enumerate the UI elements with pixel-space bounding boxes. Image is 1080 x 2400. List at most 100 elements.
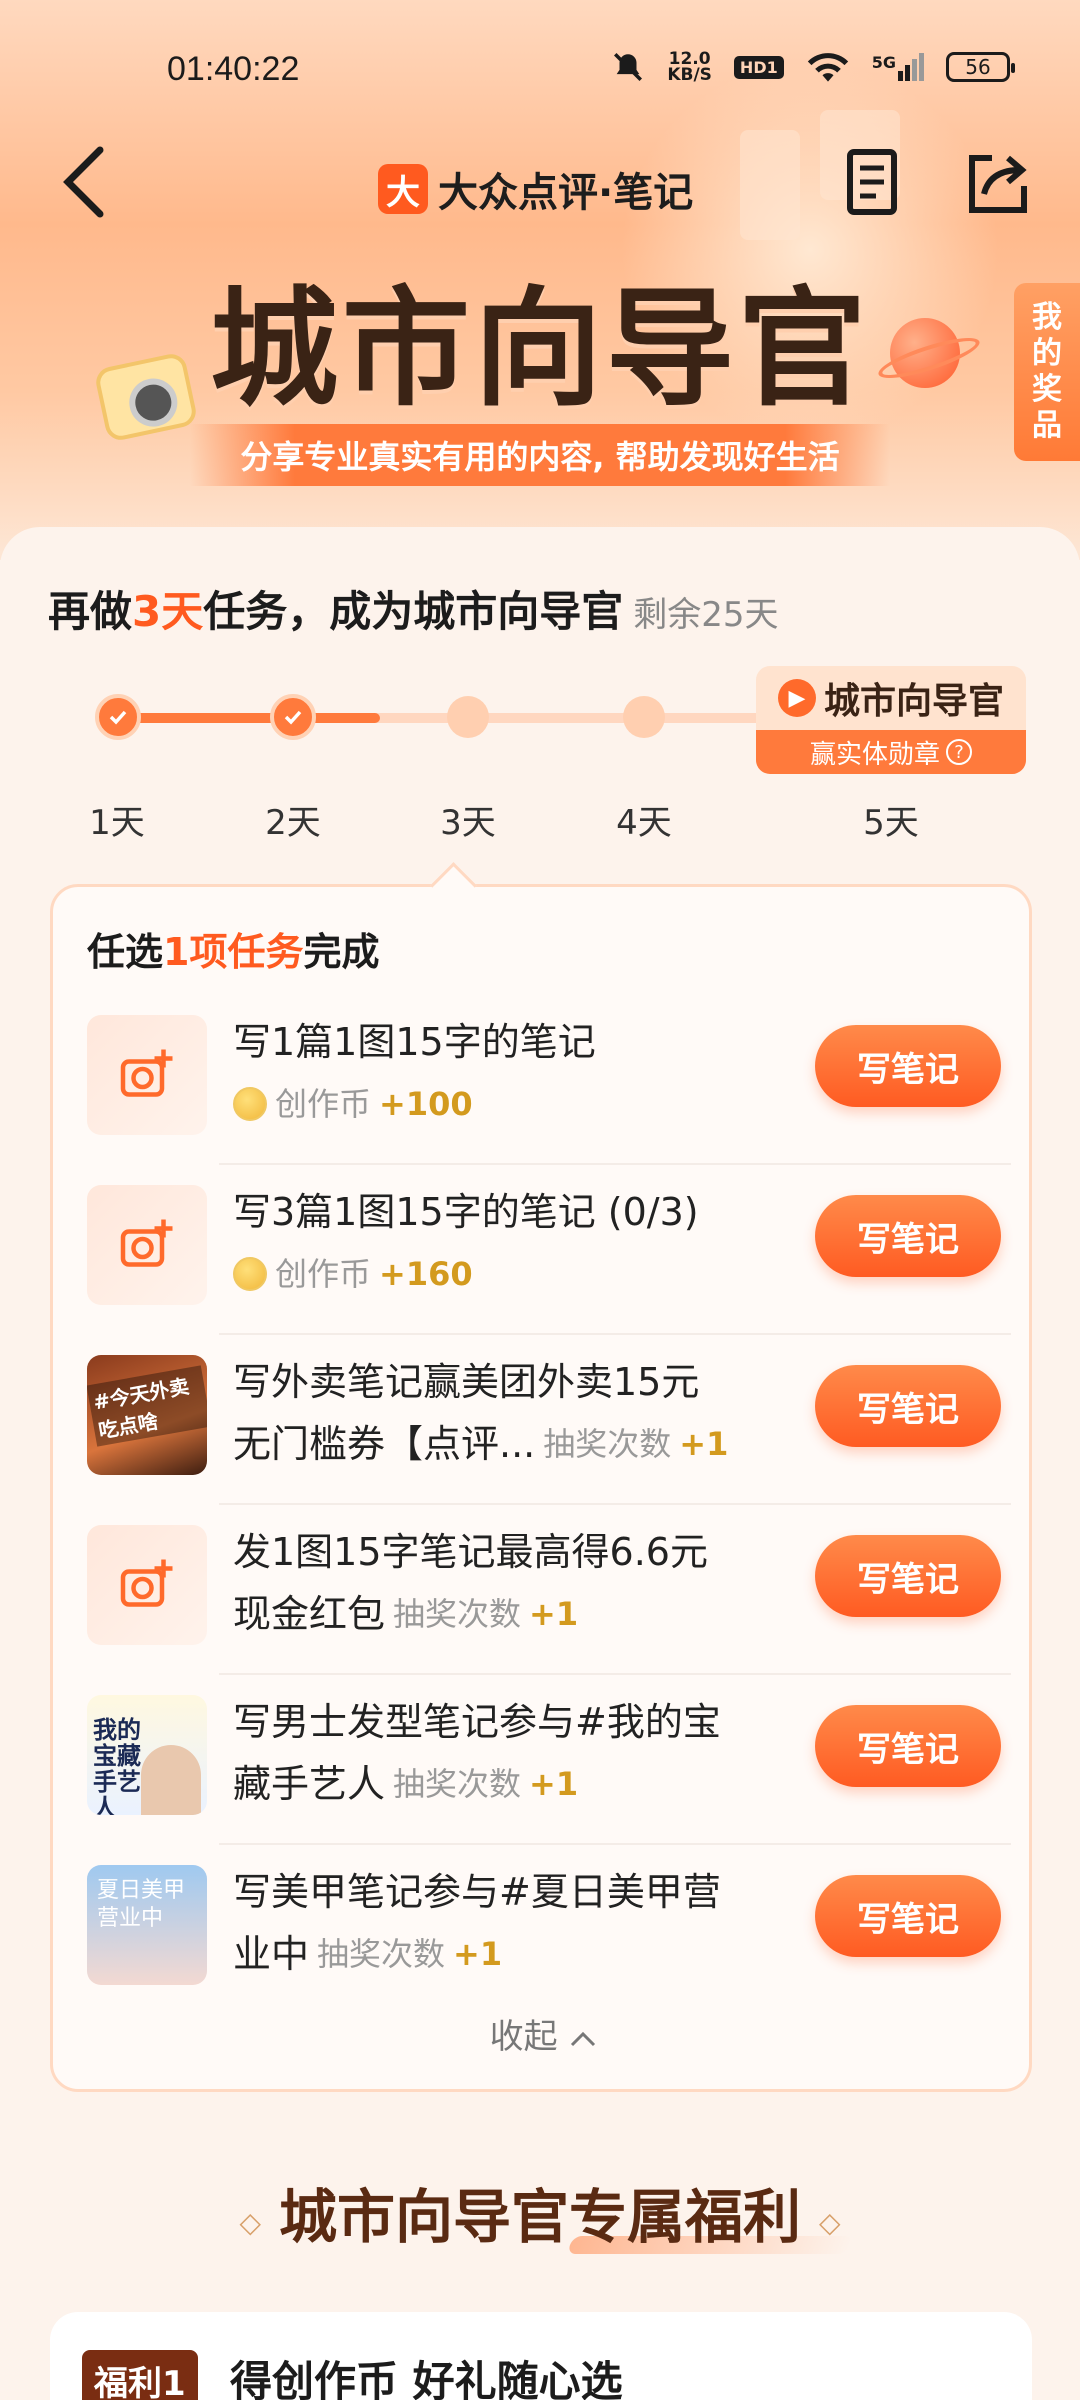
battery-level: 56 xyxy=(965,55,991,79)
day-label: 2天 xyxy=(265,803,321,843)
task-text: 写外卖笔记赢美团外卖15元 无门槛券【点评... 抽奖次数 +1 xyxy=(233,1351,813,1475)
signal-label: 5G xyxy=(871,53,896,72)
collapse-button[interactable]: 收起 xyxy=(53,2009,1035,2058)
my-prize-tab[interactable]: 我 的 奖 品 xyxy=(1014,283,1080,461)
task-title: 写3篇1图15字的笔记 (0/3) xyxy=(233,1190,699,1234)
badge-title: 城市向导官 xyxy=(823,681,1004,722)
check-icon xyxy=(95,694,141,740)
task-text: 写美甲笔记参与#夏日美甲营 业中 抽奖次数 +1 xyxy=(233,1861,813,1985)
badge-subtitle: 赢实体勋章 xyxy=(809,739,940,770)
task-title: 发1图15字笔记最高得6.6元 xyxy=(233,1530,708,1574)
network-speed: 12.0 KB/S xyxy=(667,51,712,84)
guide-badge[interactable]: ▶ 城市向导官 赢实体勋章? xyxy=(756,666,1026,774)
write-note-button[interactable]: 写笔记 xyxy=(815,1705,1001,1787)
reward-value: +1 xyxy=(529,1595,579,1633)
reward-label: 创作币 xyxy=(275,1255,372,1293)
task-text: 写3篇1图15字的笔记 (0/3) 创作币 +160 xyxy=(233,1181,813,1305)
manicure-thumbnail: 夏日美甲营业中 xyxy=(87,1865,207,1985)
benefits-title: ◇ 城市向导官专属福利 ◇ xyxy=(0,2170,1080,2254)
title-highlight: 1项任务 xyxy=(163,930,304,974)
task-second-line: 现金红包 抽奖次数 +1 xyxy=(233,1583,813,1645)
add-photo-icon xyxy=(87,1185,207,1305)
task-title: 写外卖笔记赢美团外卖15元 xyxy=(233,1360,700,1404)
write-note-button[interactable]: 写笔记 xyxy=(815,1535,1001,1617)
task-row: #今天外卖吃点啥 写外卖笔记赢美团外卖15元 无门槛券【点评... 抽奖次数 +1 … xyxy=(53,1335,1035,1505)
badge-title-row: ▶ 城市向导官 xyxy=(756,666,1026,730)
benefit-title: 得创作币 好礼随心选 xyxy=(230,2357,623,2400)
title-suffix: 完成 xyxy=(303,930,380,974)
task-row: 夏日美甲营业中 写美甲笔记参与#夏日美甲营 业中 抽奖次数 +1 写笔记 xyxy=(53,1845,1035,2015)
task-title-cont: 现金红包 xyxy=(233,1592,386,1636)
task-row: 发1图15字笔记最高得6.6元 现金红包 抽奖次数 +1 写笔记 xyxy=(53,1505,1035,1675)
task-text: 写1篇1图15字的笔记 创作币 +100 xyxy=(233,1011,813,1135)
collapse-label: 收起 xyxy=(489,2017,558,2057)
task-text: 写男士发型笔记参与#我的宝 藏手艺人 抽奖次数 +1 xyxy=(233,1691,813,1815)
day-label: 1天 xyxy=(89,803,145,843)
hero-slogan: 分享专业真实有用的内容, 帮助发现好生活 xyxy=(190,424,890,486)
task-panel: 任选1项任务完成 写1篇1图15字的笔记 创作币 +100 写笔记 写3篇1图15… xyxy=(50,884,1032,2092)
add-photo-icon xyxy=(87,1015,207,1135)
task-text: 发1图15字笔记最高得6.6元 现金红包 抽奖次数 +1 xyxy=(233,1521,813,1645)
goal-text: 再做3天任务，成为城市向导官 剩余25天 xyxy=(48,578,779,639)
share-icon[interactable] xyxy=(956,142,1036,222)
day-label: 4天 xyxy=(616,803,672,843)
reward-label: 抽奖次数 xyxy=(393,1765,522,1803)
chevron-up-icon xyxy=(571,2031,596,2046)
reward-value: +1 xyxy=(529,1765,579,1803)
diamond-icon: ◇ xyxy=(239,2205,261,2239)
check-icon xyxy=(270,694,316,740)
goal-suffix: 任务，成为城市向导官 xyxy=(203,587,624,636)
status-time: 01:40:22 xyxy=(167,50,300,88)
dianping-logo-icon: 大 xyxy=(378,164,428,214)
reward-label: 抽奖次数 xyxy=(317,1935,446,1973)
task-reward: 创作币 +160 xyxy=(233,1243,813,1305)
remaining-days: 剩余25天 xyxy=(633,595,779,635)
task-title-cont: 业中 xyxy=(233,1932,310,1976)
progress-tracker: ▶ 城市向导官 赢实体勋章? 1天 2天 3天 4天 5天 xyxy=(0,660,1080,860)
reward-value: +100 xyxy=(379,1085,473,1123)
hero-title: 城市向导官 xyxy=(210,274,871,424)
write-note-button[interactable]: 写笔记 xyxy=(815,1365,1001,1447)
back-arrow-icon[interactable] xyxy=(56,142,116,222)
day-label: 5天 xyxy=(863,803,919,843)
task-panel-title: 任选1项任务完成 xyxy=(87,921,379,976)
task-second-line: 藏手艺人 抽奖次数 +1 xyxy=(233,1753,813,1815)
badge-sub-row: 赢实体勋章? xyxy=(756,730,1026,774)
reward-value: +1 xyxy=(679,1425,729,1463)
thumb-caption: 夏日美甲营业中 xyxy=(97,1878,186,1931)
progress-dot xyxy=(623,696,665,738)
progress-dot xyxy=(447,696,489,738)
reward-value: +1 xyxy=(453,1935,503,1973)
hairstyle-thumbnail: 我的宝藏手艺人 xyxy=(87,1695,207,1815)
brand-text: 大众点评·笔记 xyxy=(438,170,694,216)
coin-icon xyxy=(233,1087,267,1121)
benefits-title-text: 城市向导官专属福利 xyxy=(278,2183,801,2251)
reward-label: 创作币 xyxy=(275,1085,372,1123)
status-icons: 12.0 KB/S HD1 5G 56 xyxy=(611,50,1015,84)
write-note-button[interactable]: 写笔记 xyxy=(815,1195,1001,1277)
diamond-icon: ◇ xyxy=(819,2205,841,2239)
portrait-image xyxy=(141,1745,201,1815)
benefit-card[interactable]: 福利1 得创作币 好礼随心选 xyxy=(50,2312,1032,2400)
top-bar: 大 大众点评·笔记 xyxy=(0,130,1080,240)
task-row: 写1篇1图15字的笔记 创作币 +100 写笔记 xyxy=(53,995,1035,1165)
prize-tab-char: 的 xyxy=(1032,336,1062,371)
goal-prefix: 再做 xyxy=(48,587,133,636)
reward-value: +160 xyxy=(379,1255,473,1293)
hd-icon: HD1 xyxy=(733,55,784,79)
task-row: 写3篇1图15字的笔记 (0/3) 创作币 +160 写笔记 xyxy=(53,1165,1035,1335)
camera-illustration xyxy=(93,351,199,443)
reward-label: 抽奖次数 xyxy=(543,1425,672,1463)
rules-document-icon[interactable] xyxy=(832,142,912,222)
task-title: 写美甲笔记参与#夏日美甲营 xyxy=(233,1870,721,1914)
question-icon[interactable]: ? xyxy=(946,739,972,765)
coin-icon xyxy=(233,1257,267,1291)
task-title-cont: 藏手艺人 xyxy=(233,1762,386,1806)
title-prefix: 任选 xyxy=(87,930,164,974)
brand-logo: 大 大众点评·笔记 xyxy=(378,160,693,218)
thumb-caption: #今天外卖吃点啥 xyxy=(87,1365,207,1447)
prize-tab-char: 品 xyxy=(1032,408,1062,443)
write-note-button[interactable]: 写笔记 xyxy=(815,1025,1001,1107)
write-note-button[interactable]: 写笔记 xyxy=(815,1875,1001,1957)
task-title: 写男士发型笔记参与#我的宝 xyxy=(233,1700,721,1744)
